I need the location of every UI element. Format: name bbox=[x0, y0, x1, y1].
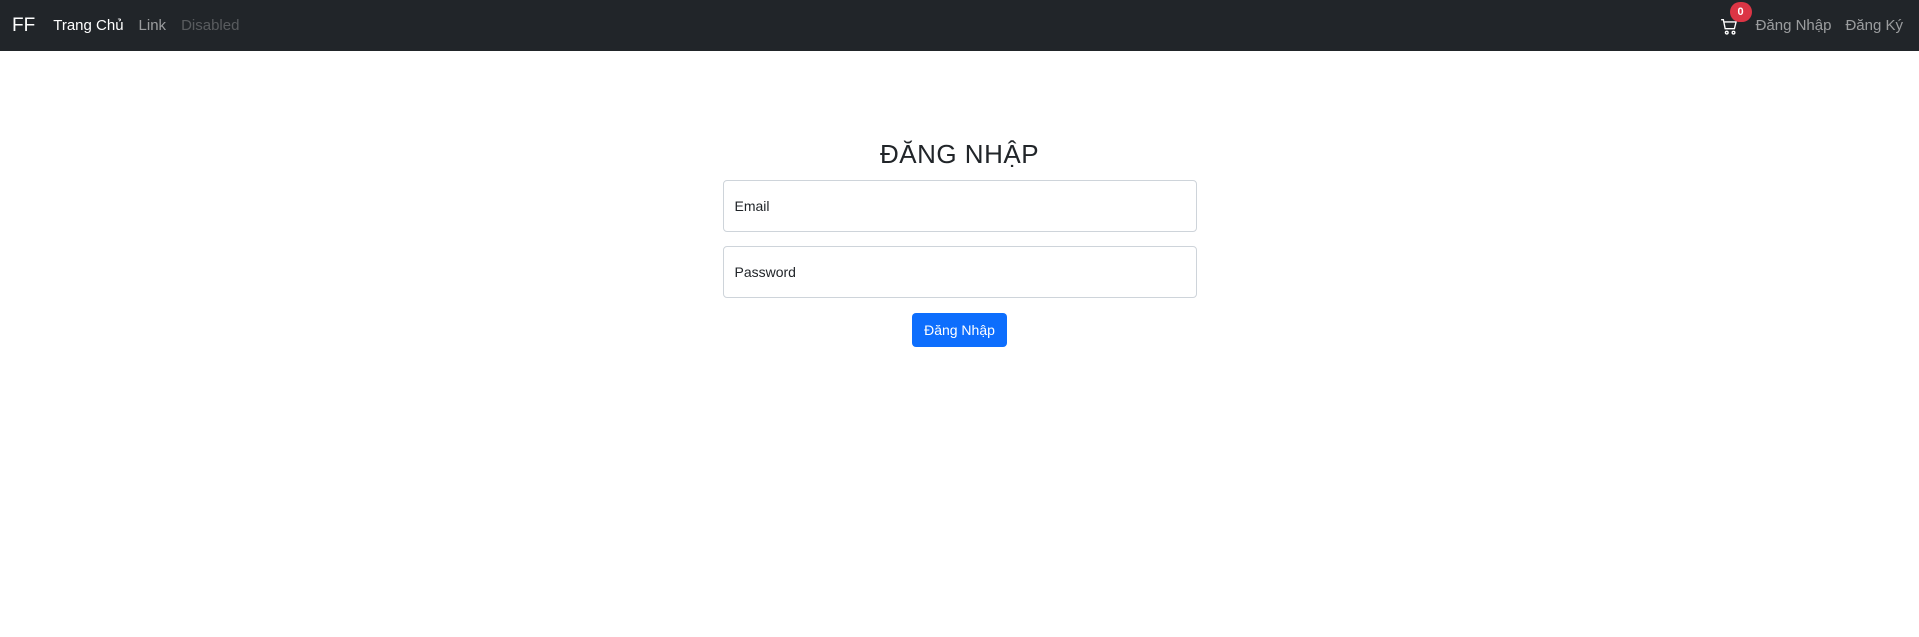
navbar-left: FF Trang Chủ Link Disabled bbox=[12, 15, 254, 37]
page-title: ĐĂNG NHẬP bbox=[879, 139, 1040, 169]
navbar: FF Trang Chủ Link Disabled 0 Đăng Nhập Đ… bbox=[0, 0, 1919, 51]
email-field[interactable] bbox=[722, 180, 1197, 232]
nav-link-login[interactable]: Đăng Nhập bbox=[1756, 17, 1832, 34]
nav-link-register[interactable]: Đăng Ký bbox=[1845, 17, 1903, 34]
login-section: ĐĂNG NHẬP Đăng Nhập bbox=[722, 51, 1197, 347]
navbar-right: 0 Đăng Nhập Đăng Ký bbox=[1720, 1, 1907, 36]
cart-count-badge: 0 bbox=[1729, 1, 1752, 22]
nav-link-home[interactable]: Trang Chủ bbox=[53, 17, 123, 34]
brand-logo[interactable]: FF bbox=[12, 15, 35, 37]
nav-link-disabled: Disabled bbox=[181, 17, 240, 34]
password-field[interactable] bbox=[722, 246, 1197, 298]
login-button[interactable]: Đăng Nhập bbox=[912, 313, 1007, 347]
nav-link-link[interactable]: Link bbox=[139, 17, 167, 34]
cart-button[interactable]: 0 bbox=[1720, 1, 1752, 36]
